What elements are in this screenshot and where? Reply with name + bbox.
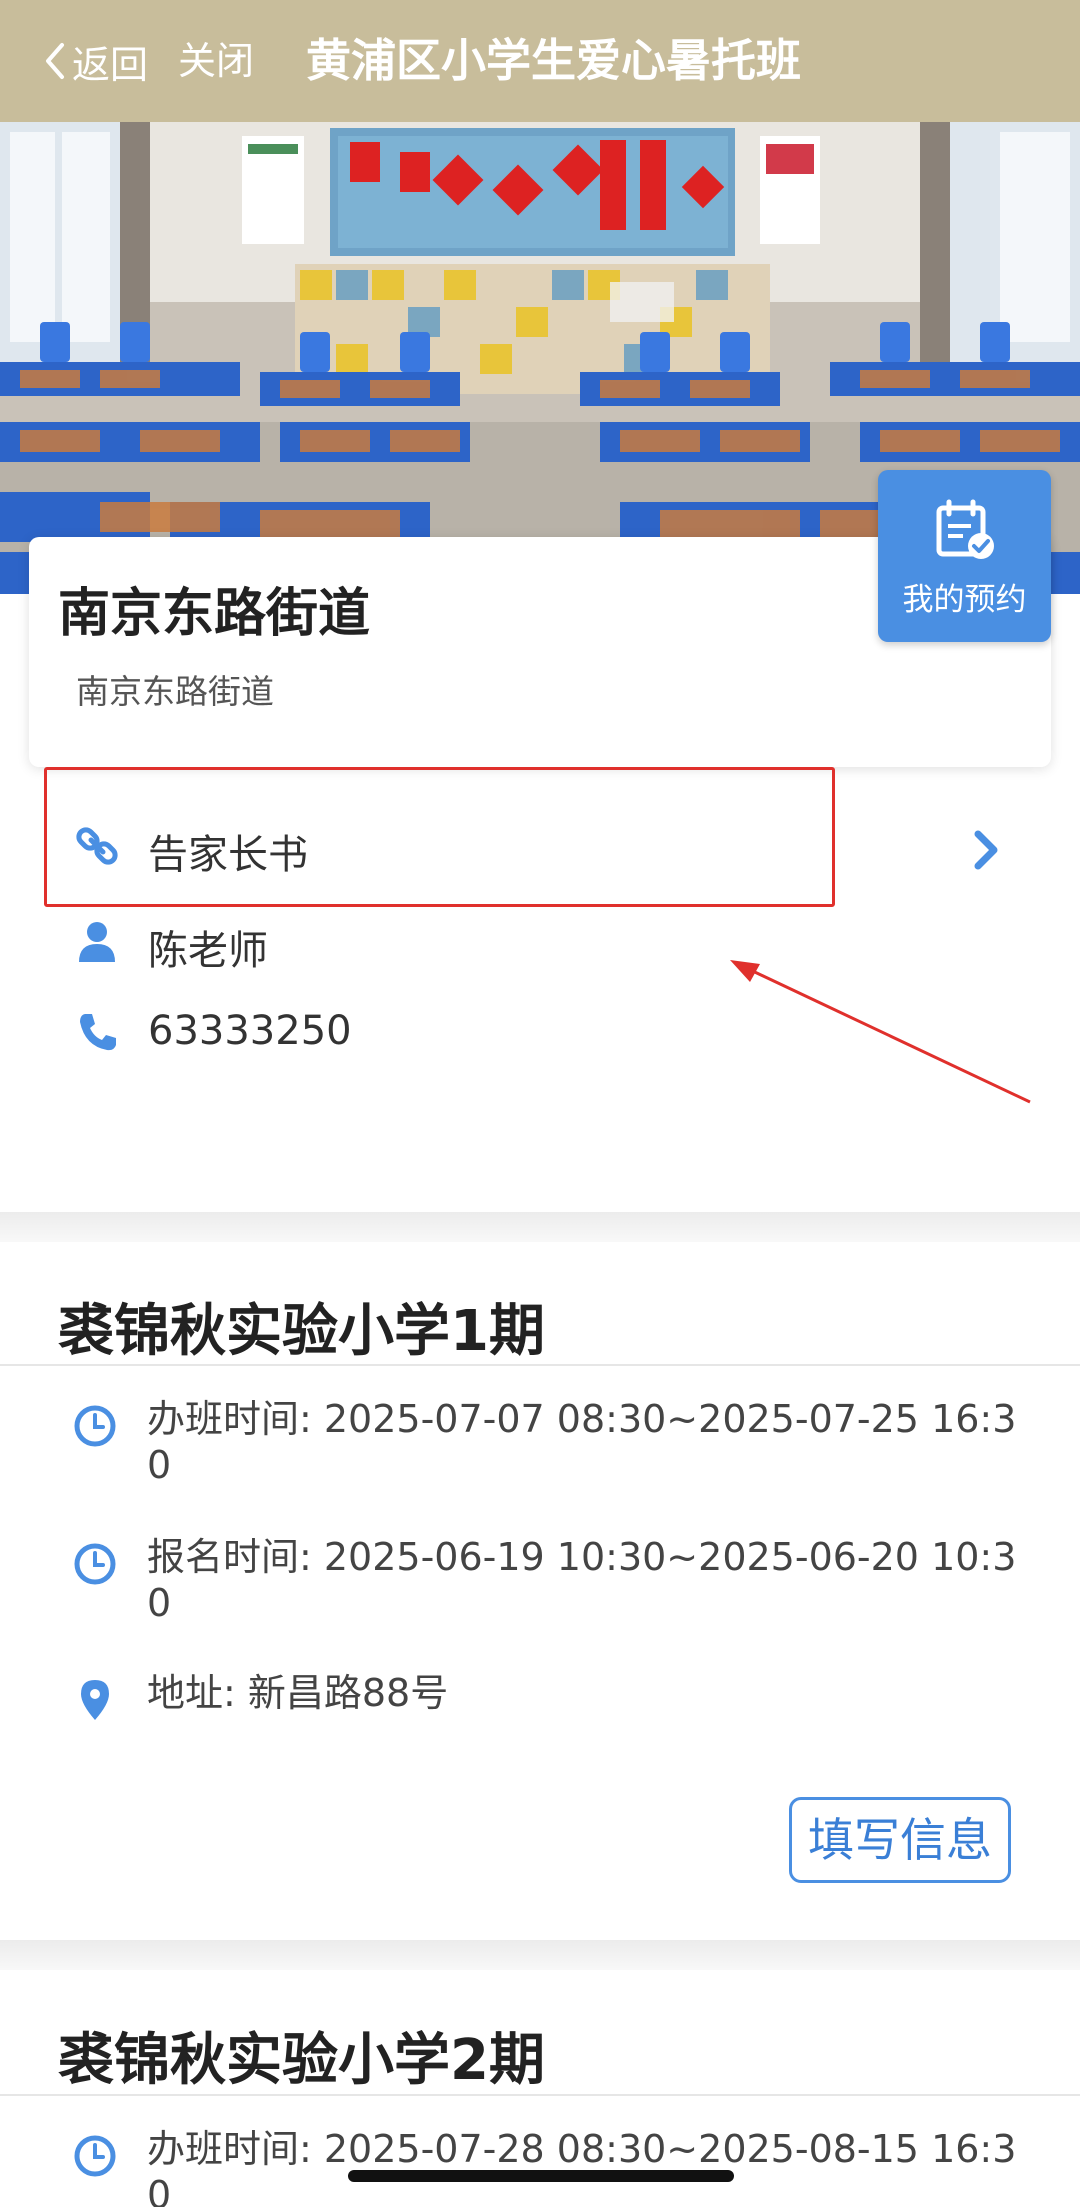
user-icon — [79, 922, 115, 962]
chevron-right-icon — [974, 830, 998, 870]
section-line — [0, 2094, 1080, 2096]
back-button[interactable]: 返回 — [42, 36, 149, 87]
section-line — [0, 1364, 1080, 1366]
class-time-text: 办班时间: 2025-07-28 08:30~2025-08-15 16:30 — [147, 2127, 1017, 2207]
session-title: 裘锦秋实验小学1期 — [58, 1299, 545, 1364]
fill-info-button[interactable]: 填写信息 — [789, 1797, 1011, 1883]
chevron-left-icon — [46, 43, 64, 79]
clock-icon — [74, 2135, 116, 2177]
district-subtitle: 南京东路街道 — [76, 672, 274, 711]
close-button[interactable]: 关闭 — [178, 36, 254, 86]
phone-icon — [80, 1014, 116, 1051]
teacher-name: 陈老师 — [148, 928, 268, 974]
my-booking-label: 我的预约 — [902, 582, 1027, 618]
clock-icon — [74, 1405, 116, 1447]
district-title: 南京东路街道 — [58, 584, 371, 644]
section-divider — [0, 1212, 1080, 1242]
session-title: 裘锦秋实验小学2期 — [58, 2028, 545, 2093]
clock-icon — [74, 1543, 116, 1585]
address-row: 地址: 新昌路88号 — [0, 1670, 1080, 1730]
page-title: 黄浦区小学生爱心暑托班 — [306, 34, 802, 87]
annotation-arrow — [730, 960, 1031, 1104]
phone-number: 63333250 — [148, 1008, 352, 1054]
class-time-row: 办班时间: 2025-07-07 08:30~2025-07-25 16:30 — [0, 1396, 1080, 1506]
class-time-row: 办班时间: 2025-07-28 08:30~2025-08-15 16:30 — [0, 2126, 1080, 2207]
location-pin-icon — [81, 1680, 109, 1720]
calendar-check-icon — [936, 499, 994, 559]
signup-time-row: 报名时间: 2025-06-19 10:30~2025-06-20 10:30 — [0, 1534, 1080, 1644]
back-label: 返回 — [72, 42, 149, 87]
highlight-box — [44, 767, 835, 907]
signup-time-text: 报名时间: 2025-06-19 10:30~2025-06-20 10:30 — [147, 1535, 1017, 1625]
section-divider — [0, 1940, 1080, 1970]
my-booking-button[interactable]: 我的预约 — [878, 470, 1051, 642]
home-indicator — [348, 2170, 734, 2182]
address-text: 地址: 新昌路88号 — [147, 1671, 449, 1715]
class-time-text: 办班时间: 2025-07-07 08:30~2025-07-25 16:30 — [147, 1397, 1017, 1487]
top-bar: 返回 关闭 黄浦区小学生爱心暑托班 — [0, 0, 1080, 122]
